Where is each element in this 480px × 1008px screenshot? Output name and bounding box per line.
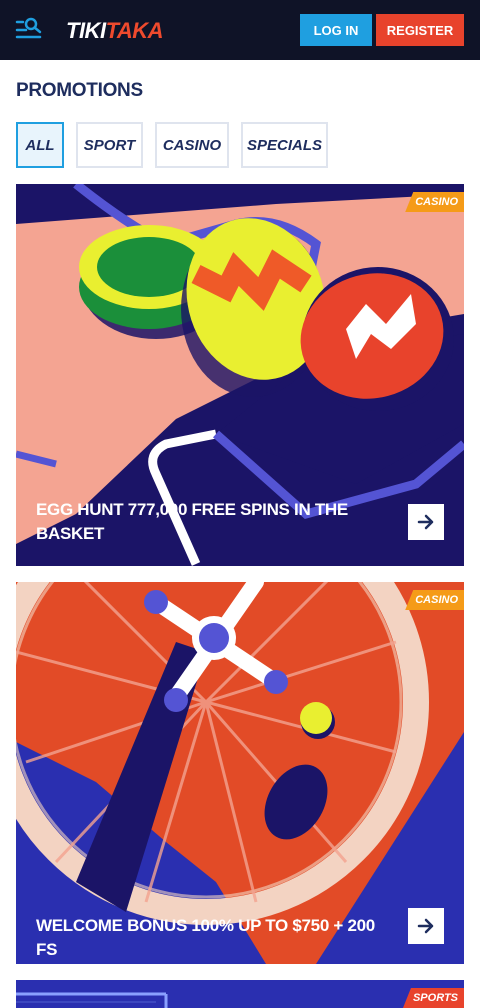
filter-tab-all[interactable]: ALL xyxy=(16,122,64,168)
sports-illustration xyxy=(16,980,464,1008)
arrow-right-icon[interactable] xyxy=(408,504,444,540)
promo-card-egg-hunt[interactable]: CASINO EGG HUNT 777,000 FREE SPINS IN TH… xyxy=(16,184,464,566)
logo-part-taka: TAKA xyxy=(105,18,164,43)
login-button[interactable]: LOG IN xyxy=(300,14,372,46)
promo-card-sports[interactable]: SPORTS xyxy=(16,980,464,1008)
site-logo[interactable]: TIKITAKA xyxy=(66,18,164,44)
filter-tab-sport[interactable]: SPORT xyxy=(76,122,143,168)
logo-part-tiki: TIKI xyxy=(66,18,106,43)
promo-badge-casino: CASINO xyxy=(405,590,464,610)
register-button[interactable]: REGISTER xyxy=(376,14,464,46)
roulette-illustration xyxy=(16,582,464,964)
menu-search-icon[interactable] xyxy=(14,16,44,42)
promo-card-welcome-bonus[interactable]: CASINO WELCOME BONUS 100% UP TO $750 + 2… xyxy=(16,582,464,964)
promo-title: WELCOME BONUS 100% UP TO $750 + 200 FS xyxy=(36,916,375,959)
filter-tab-specials[interactable]: SPECIALS xyxy=(241,122,328,168)
promo-badge-sports: SPORTS xyxy=(402,988,464,1008)
promo-title: EGG HUNT 777,000 FREE SPINS IN THE BASKE… xyxy=(36,500,348,543)
filter-tab-casino[interactable]: CASINO xyxy=(155,122,229,168)
arrow-right-icon[interactable] xyxy=(408,908,444,944)
promo-badge-casino: CASINO xyxy=(405,192,464,212)
page-title: PROMOTIONS xyxy=(16,80,143,101)
top-header: TIKITAKA LOG IN REGISTER xyxy=(0,0,480,60)
